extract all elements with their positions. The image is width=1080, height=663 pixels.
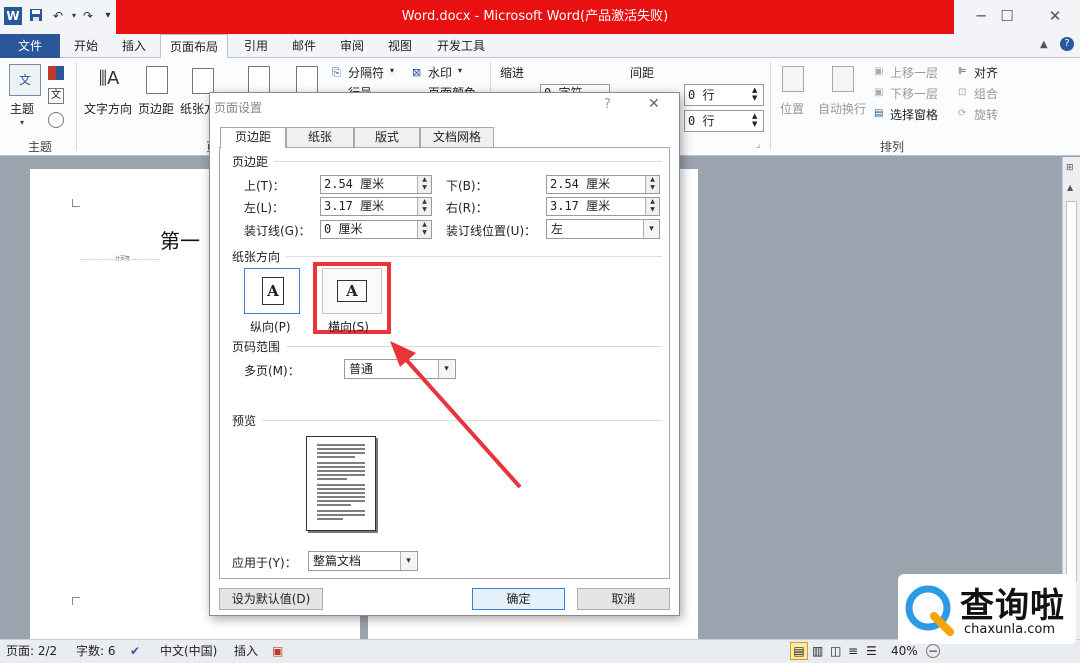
- page-break-text: …………………分页符………………: [80, 256, 161, 262]
- theme-colors-icon[interactable]: [48, 66, 64, 80]
- position-label[interactable]: 位置: [780, 100, 804, 117]
- tab-mailings[interactable]: 邮件: [282, 34, 326, 58]
- undo-icon[interactable]: ↶: [50, 8, 66, 24]
- ruler-toggle-icon[interactable]: ⊞: [1066, 163, 1074, 173]
- group-separator: [76, 62, 77, 150]
- rotate-label[interactable]: 旋转: [974, 106, 998, 123]
- text-direction-icon[interactable]: ⫼A: [94, 64, 124, 94]
- watermark-dropdown-icon[interactable]: ▾: [458, 66, 462, 75]
- breaks-dropdown-icon[interactable]: ▾: [390, 66, 394, 75]
- breaks-label[interactable]: 分隔符: [348, 64, 384, 81]
- maximize-button[interactable]: ☐: [984, 0, 1030, 34]
- outline-view-icon[interactable]: ≡: [848, 640, 858, 663]
- help-icon[interactable]: ?: [1060, 37, 1074, 51]
- tab-home[interactable]: 开始: [64, 34, 108, 58]
- spacing-before-spinner-icon[interactable]: ▲ ▼: [752, 86, 757, 102]
- customize-quick-access-icon[interactable]: ▾: [100, 8, 116, 24]
- selection-pane-icon[interactable]: ▤: [874, 108, 883, 119]
- margin-corner-mark: [72, 199, 80, 207]
- watermark-url: chaxunla.com: [964, 622, 1055, 637]
- word-logo-icon[interactable]: W: [4, 7, 22, 25]
- ribbon-tab-bar: 文件 开始 插入 页面布局 引用 邮件 审阅 视图 开发工具 ▲ ?: [0, 34, 1080, 59]
- tab-margins[interactable]: 页边距: [220, 127, 286, 148]
- tab-view[interactable]: 视图: [378, 34, 422, 58]
- save-icon[interactable]: [28, 8, 44, 24]
- draft-view-icon[interactable]: ☰: [866, 640, 877, 663]
- site-watermark: 查询啦 chaxunla.com: [898, 574, 1076, 644]
- margins-label[interactable]: 页边距: [138, 100, 174, 117]
- tab-file[interactable]: 文件: [0, 34, 60, 58]
- paragraph-dialog-launcher-icon[interactable]: ⌟: [756, 140, 760, 150]
- language[interactable]: 中文(中国): [160, 640, 217, 663]
- document-heading: 第一: [160, 229, 200, 253]
- set-as-default-button[interactable]: 设为默认值(D): [219, 588, 323, 610]
- web-layout-view-icon[interactable]: ◫: [830, 640, 841, 663]
- window-title: Word.docx - Microsoft Word(产品激活失败): [116, 0, 954, 34]
- redo-icon[interactable]: ↷: [80, 8, 96, 24]
- themes-dropdown-icon[interactable]: ▾: [20, 118, 24, 127]
- tab-page-layout[interactable]: 页面布局: [160, 34, 228, 59]
- margins-icon[interactable]: [146, 66, 168, 94]
- rotate-icon[interactable]: ⟳: [958, 108, 966, 119]
- text-direction-label[interactable]: 文字方向: [84, 100, 132, 117]
- page-setup-dialog: 页面设置 ? ✕ 页边距 纸张 版式 文档网格 页边距 上(T)： 2.54 厘…: [209, 92, 680, 616]
- align-icon[interactable]: ⊫: [958, 66, 967, 77]
- scroll-up-icon[interactable]: ▲: [1067, 183, 1073, 192]
- wrap-text-label[interactable]: 自动换行: [818, 100, 866, 117]
- position-icon[interactable]: [782, 66, 804, 92]
- theme-group-label: 主题: [28, 140, 53, 154]
- orientation-icon[interactable]: [192, 68, 214, 94]
- collapse-ribbon-icon[interactable]: ▲: [1040, 39, 1048, 50]
- word-count[interactable]: 字数: 6: [76, 640, 116, 663]
- theme-effects-icon[interactable]: [48, 112, 64, 128]
- q-logo-icon: [905, 585, 954, 636]
- group-objects-icon[interactable]: ⊡: [958, 87, 966, 98]
- group-objects-label[interactable]: 组合: [974, 85, 998, 102]
- selection-pane-label[interactable]: 选择窗格: [890, 106, 938, 123]
- spacing-label: 间距: [630, 66, 655, 80]
- full-screen-view-icon[interactable]: ▥: [812, 640, 823, 663]
- page-count[interactable]: 页面: 2/2: [6, 640, 57, 663]
- size-icon[interactable]: [248, 66, 270, 94]
- vertical-scrollbar[interactable]: ⊞ ▲: [1062, 157, 1080, 639]
- close-button[interactable]: ✕: [1032, 0, 1078, 34]
- watermark-icon[interactable]: ⊠: [412, 66, 421, 79]
- scroll-thumb[interactable]: [1066, 201, 1077, 581]
- zoom-out-icon[interactable]: −: [926, 644, 940, 658]
- columns-icon[interactable]: [296, 66, 318, 94]
- margin-corner-mark: [72, 597, 80, 605]
- annotation-arrow: [390, 341, 522, 489]
- watermark-brand: 查询啦: [960, 586, 1065, 626]
- tab-developer[interactable]: 开发工具: [426, 34, 496, 58]
- send-backward-icon[interactable]: ▣: [874, 87, 883, 98]
- indent-label: 缩进: [500, 66, 525, 80]
- bring-forward-icon[interactable]: ▣: [874, 66, 883, 77]
- print-layout-view-icon[interactable]: ▤: [790, 642, 808, 660]
- align-label[interactable]: 对齐: [974, 64, 998, 81]
- theme-fonts-icon[interactable]: 文: [48, 88, 64, 104]
- bring-forward-label[interactable]: 上移一层: [890, 64, 938, 81]
- breaks-icon[interactable]: ⎘: [332, 66, 341, 80]
- tab-review[interactable]: 审阅: [330, 34, 374, 58]
- tab-references[interactable]: 引用: [234, 34, 278, 58]
- tab-insert[interactable]: 插入: [112, 34, 156, 58]
- spacing-after-spinner-icon[interactable]: ▲ ▼: [752, 112, 757, 128]
- cancel-button[interactable]: 取消: [577, 588, 670, 610]
- ok-button[interactable]: 确定: [472, 588, 565, 610]
- insert-mode[interactable]: 插入: [234, 640, 258, 663]
- group-separator: [770, 62, 771, 150]
- themes-label[interactable]: 主题: [10, 100, 34, 117]
- arrange-group-label: 排列: [880, 140, 905, 154]
- wrap-text-icon[interactable]: [832, 66, 854, 92]
- proofing-icon[interactable]: ✔: [130, 640, 140, 663]
- themes-icon[interactable]: 文: [9, 64, 41, 96]
- macro-record-icon[interactable]: ▣: [272, 640, 283, 663]
- send-backward-label[interactable]: 下移一层: [890, 85, 938, 102]
- watermark-label[interactable]: 水印: [428, 64, 452, 81]
